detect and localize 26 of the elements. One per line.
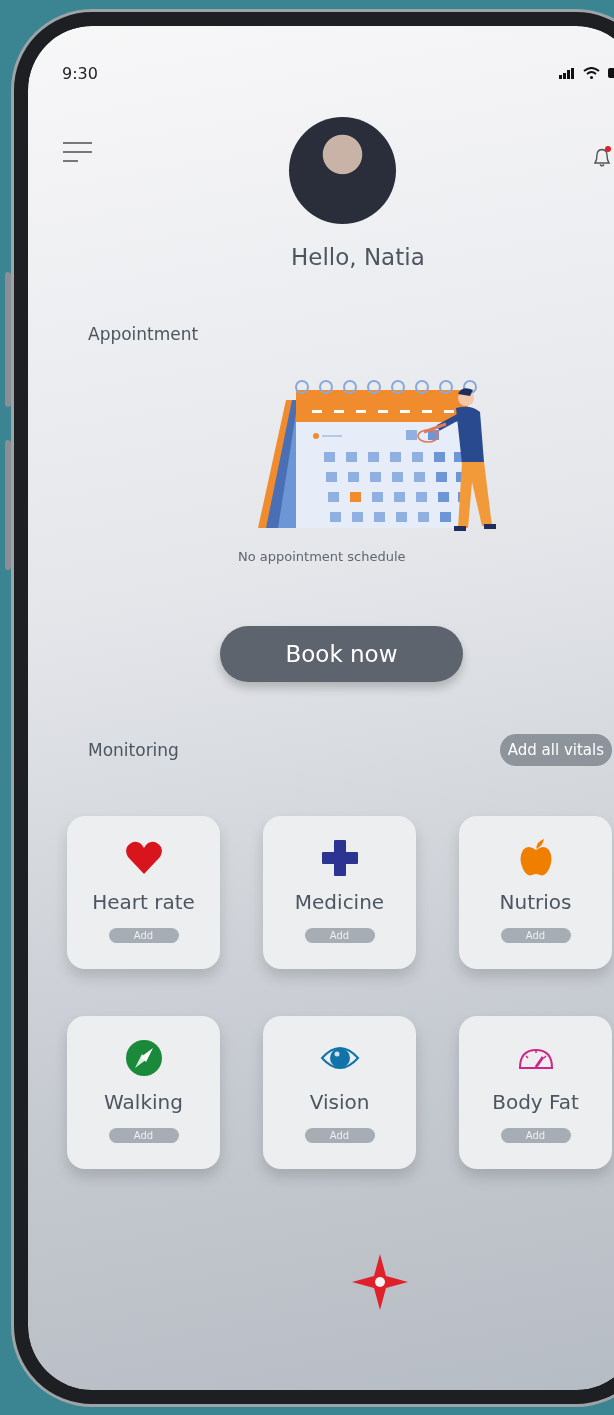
- vital-label: Vision: [309, 1090, 370, 1114]
- vital-card[interactable]: Medicine Add: [263, 816, 416, 969]
- four-point-star-icon[interactable]: [351, 1253, 409, 1311]
- compass-icon: [123, 1038, 164, 1078]
- empty-state-message: No appointment schedule: [238, 549, 407, 564]
- vital-label: Heart rate: [92, 890, 195, 914]
- vital-label: Body Fat: [492, 1090, 579, 1114]
- section-title: Monitoring: [88, 740, 179, 760]
- signal-icon: [559, 67, 575, 79]
- vital-card[interactable]: Heart rate Add: [67, 816, 220, 969]
- vital-card[interactable]: Body Fat Add: [459, 1016, 612, 1169]
- status-time: 9:30: [62, 63, 98, 83]
- vital-label: Medicine: [294, 890, 385, 914]
- greeting: Hello, Natia: [291, 244, 425, 270]
- add-all-vitals-button[interactable]: Add all vitals: [499, 734, 612, 766]
- notification-bell-icon[interactable]: [592, 145, 612, 169]
- vital-label: Nutrios: [499, 890, 572, 914]
- section-title: Appointment: [88, 324, 200, 344]
- book-now-button[interactable]: Book now: [220, 626, 463, 682]
- wifi-icon: [583, 67, 600, 79]
- vital-label: Walking: [104, 1090, 183, 1114]
- vital-card[interactable]: Vision Add: [263, 1016, 416, 1169]
- vital-card[interactable]: Walking Add: [67, 1016, 220, 1169]
- vital-card[interactable]: Nutrios Add: [459, 816, 612, 969]
- plus-icon: [319, 838, 360, 878]
- menu-icon[interactable]: [62, 141, 93, 163]
